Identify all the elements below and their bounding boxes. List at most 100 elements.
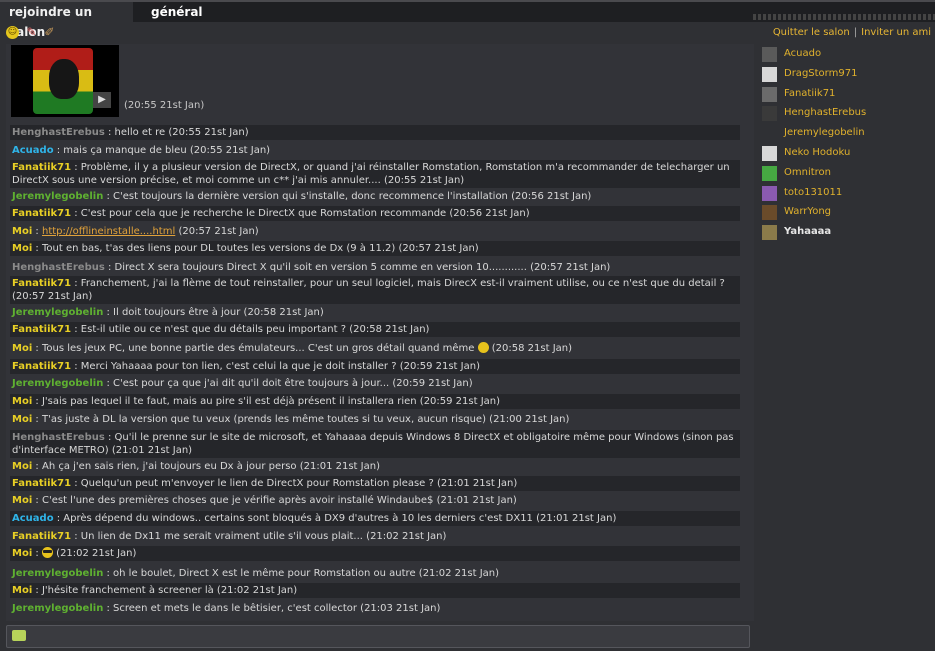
user-list-item[interactable]: Yahaaaa [762, 224, 932, 241]
message-text: Après dépend du windows.. certains sont … [63, 513, 533, 524]
message-separator: : [104, 127, 115, 138]
message-separator: : [32, 461, 42, 472]
avatar [762, 146, 777, 161]
message-author[interactable]: Jeremylegobelin [12, 191, 103, 202]
message-text: C'est pour cela que je recherche le Dire… [80, 208, 447, 219]
user-name[interactable]: Omnitron [784, 165, 831, 181]
cool-smiley-icon [41, 547, 53, 558]
avatar [762, 86, 777, 102]
tab-join-room[interactable]: rejoindre un salon [0, 2, 133, 39]
smiley-icon [477, 342, 489, 353]
user-list-item[interactable]: Acuado [762, 46, 932, 62]
message-separator: : [32, 226, 42, 237]
user-name[interactable]: DragStorm971 [784, 66, 857, 82]
brush-icon[interactable]: ✐ [43, 26, 56, 39]
message-author[interactable]: Moi [12, 414, 32, 425]
message-separator: : [32, 414, 42, 425]
message-link[interactable]: http://offlineinstalle....html [42, 226, 175, 237]
message-author[interactable]: Moi [12, 461, 32, 472]
message-author[interactable]: Jeremylegobelin [12, 307, 103, 318]
message-author[interactable]: Acuado [12, 513, 54, 524]
message-timestamp: (20:56 21st Jan) [507, 191, 592, 202]
user-list-item[interactable]: Jeremylegobelin [762, 125, 932, 142]
message-separator: : [32, 495, 42, 506]
message-author[interactable]: Fanatiik71 [12, 162, 71, 173]
message-author[interactable]: Jeremylegobelin [12, 568, 103, 579]
message-text: mais ça manque de bleu [63, 145, 187, 156]
user-list-item[interactable]: WarrYong [762, 204, 932, 221]
invite-friend-link[interactable]: Inviter un ami [861, 27, 931, 38]
message-text: C'est pour ça que j'ai dit qu'il doit êt… [113, 378, 390, 389]
chat-message: Moi : (21:02 21st Jan) [10, 546, 740, 561]
message-author[interactable]: Moi [12, 226, 32, 237]
message-author[interactable]: Fanatiik71 [12, 208, 71, 219]
message-author[interactable]: Fanatiik71 [12, 478, 71, 489]
message-text: Franchement, j'ai la flème de tout reins… [80, 278, 725, 289]
user-list-item[interactable]: Omnitron [762, 165, 932, 181]
message-separator: : [71, 278, 81, 289]
user-name[interactable]: HenghastErebus [784, 105, 866, 121]
chat-message: Moi : Tous les jeux PC, une bonne partie… [10, 341, 740, 356]
message-timestamp: (20:57 21st Jan) [175, 226, 259, 237]
message-author[interactable]: HenghastErebus [12, 262, 105, 273]
message-author[interactable]: Moi [12, 585, 32, 596]
user-name[interactable]: Yahaaaa [784, 224, 831, 240]
chat-bubble-icon [12, 630, 26, 641]
message-timestamp: (20:59 21st Jan) [396, 361, 480, 372]
message-separator: : [104, 432, 115, 443]
message-author[interactable]: Jeremylegobelin [12, 603, 103, 614]
user-name[interactable]: Jeremylegobelin [784, 125, 865, 141]
message-author[interactable]: Moi [12, 495, 32, 506]
pen-icon[interactable]: ✎ [25, 26, 38, 39]
user-name[interactable]: Acuado [784, 46, 821, 62]
chat-input-bar[interactable] [6, 625, 750, 648]
chat-message: Jeremylegobelin : C'est pour ça que j'ai… [10, 376, 740, 391]
user-name[interactable]: Neko Hodoku [784, 145, 850, 161]
user-list-item[interactable]: toto131011 [762, 185, 932, 201]
message-text: C'est toujours la dernière version qui s… [113, 191, 508, 202]
user-list-item[interactable]: HenghastErebus [762, 105, 932, 122]
message-text: Merci Yahaaaa pour ton lien, c'est celui… [80, 361, 397, 372]
message-author[interactable]: Jeremylegobelin [12, 378, 103, 389]
user-list-item[interactable]: Neko Hodoku [762, 145, 932, 161]
user-name[interactable]: WarrYong [784, 204, 831, 220]
tab-general[interactable]: général [142, 2, 222, 22]
message-author[interactable]: Moi [12, 548, 32, 559]
user-list-item[interactable]: Fanatiik71 [762, 86, 932, 102]
user-name[interactable]: toto131011 [784, 185, 842, 201]
message-separator: : [103, 191, 114, 202]
message-author[interactable]: Moi [12, 343, 32, 354]
video-thumbnail[interactable]: ▶ [11, 45, 119, 117]
message-text: T'as juste à DL la version que tu veux (… [41, 414, 486, 425]
message-author[interactable]: Acuado [12, 145, 54, 156]
media-timestamp: (20:55 21st Jan) [124, 100, 205, 111]
chat-input[interactable] [31, 628, 745, 646]
message-separator: : [103, 378, 114, 389]
chat-message: Fanatiik71 : Franchement, j'ai la flème … [10, 276, 740, 304]
chat-message: Fanatiik71 : C'est pour cela que je rech… [10, 206, 740, 221]
user-list-item[interactable]: DragStorm971 [762, 66, 932, 82]
message-author[interactable]: Moi [12, 243, 32, 254]
chat-message: Jeremylegobelin : Screen et mets le dans… [10, 601, 740, 616]
message-author[interactable]: Fanatiik71 [12, 531, 71, 542]
message-author[interactable]: Fanatiik71 [12, 324, 71, 335]
smiley-icon[interactable]: ☺ [6, 26, 19, 39]
message-timestamp: (20:55 21st Jan) [165, 127, 249, 138]
chat-message: Moi : J'sais pas lequel il te faut, mais… [10, 394, 740, 409]
play-icon[interactable]: ▶ [93, 92, 111, 108]
avatar [762, 126, 777, 142]
room-actions-separator: | [853, 27, 858, 38]
user-name[interactable]: Fanatiik71 [784, 86, 835, 102]
message-author[interactable]: Moi [12, 396, 32, 407]
chat-message: Fanatiik71 : Est-il utile ou ce n'est qu… [10, 322, 740, 337]
message-author[interactable]: Fanatiik71 [12, 361, 71, 372]
chat-log[interactable]: ▶ (20:55 21st Jan) HenghastErebus : hell… [6, 44, 754, 621]
message-separator: : [32, 243, 42, 254]
message-author[interactable]: HenghastErebus [12, 127, 105, 138]
message-author[interactable]: HenghastErebus [12, 432, 105, 443]
chat-message: Acuado : mais ça manque de bleu (20:55 2… [10, 143, 740, 158]
tab-bar: rejoindre un salon général [0, 0, 935, 39]
message-author[interactable]: Fanatiik71 [12, 278, 71, 289]
tab-bar-decoration [753, 14, 935, 20]
quit-room-link[interactable]: Quitter le salon [773, 27, 850, 38]
